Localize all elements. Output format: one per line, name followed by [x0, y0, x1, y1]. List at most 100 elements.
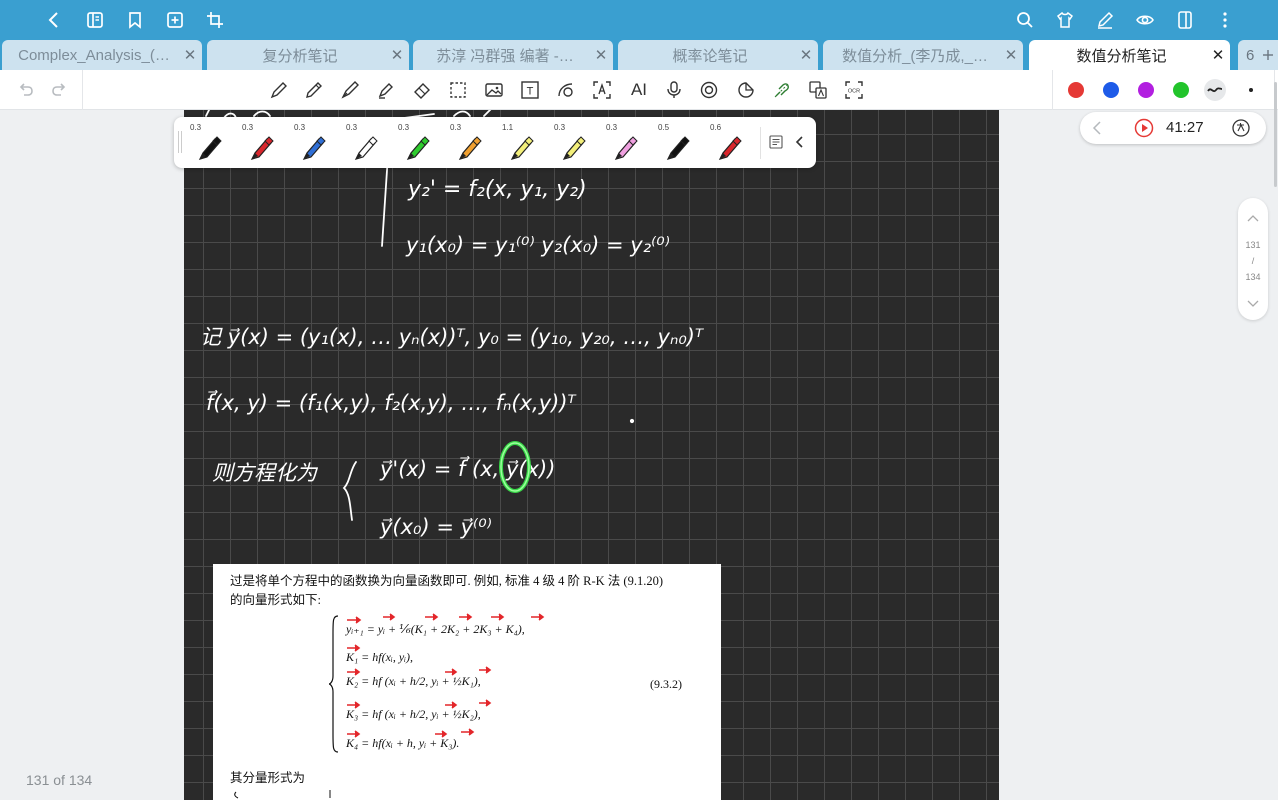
- handwriting-line-a: y₂' = f₂(x, y₁, y₂): [407, 177, 587, 202]
- back-icon[interactable]: [42, 8, 66, 32]
- palette-divider: [760, 127, 761, 159]
- tab-overflow[interactable]: 6: [1238, 40, 1278, 70]
- link-tool-icon[interactable]: [771, 79, 793, 101]
- pen-preset[interactable]: 0.6: [704, 117, 754, 168]
- fountain-pen-tool-icon[interactable]: [339, 79, 361, 101]
- partial-next-line: [234, 790, 331, 799]
- pen-tool-icon[interactable]: [268, 79, 290, 101]
- redo-icon[interactable]: [48, 79, 70, 101]
- page-count-indicator: 131 of 134: [26, 772, 93, 788]
- notes-app: Complex_Analysis_(… ✕ 复分析笔记 ✕ 苏淳 冯群强 编著 …: [0, 0, 1278, 800]
- pen-preset[interactable]: 0.3: [444, 117, 494, 168]
- tab-label: 概率论笔记: [672, 47, 748, 65]
- pen-preset[interactable]: 0.3: [392, 117, 442, 168]
- pen-preset[interactable]: 0.3: [600, 117, 650, 168]
- tab-probability-notes[interactable]: 概率论笔记 ✕: [618, 40, 818, 70]
- pen-preset[interactable]: 0.3: [548, 117, 598, 168]
- toolbar-divider: [1052, 70, 1053, 110]
- bookmark-icon[interactable]: [123, 8, 147, 32]
- top-bar: [0, 0, 1278, 40]
- plus-icon[interactable]: [1262, 49, 1274, 61]
- crop-icon[interactable]: [203, 8, 227, 32]
- tab-numerical-analysis-book[interactable]: 数值分析_(李乃成,_… ✕: [823, 40, 1023, 70]
- audio-record-icon[interactable]: [698, 79, 720, 101]
- handwriting-line-g: y⃗(x₀) = y⃗⁽⁰⁾: [379, 515, 492, 539]
- handwriting-pen-icon[interactable]: [1093, 8, 1117, 32]
- pen-preset[interactable]: 0.3: [288, 117, 338, 168]
- tab-numerical-analysis-notes[interactable]: 数值分析笔记 ✕: [1029, 40, 1230, 70]
- undo-icon[interactable]: [15, 79, 37, 101]
- split-view-icon[interactable]: [1173, 8, 1197, 32]
- pen-icon: [718, 136, 742, 160]
- shape-tool-icon[interactable]: [555, 79, 577, 101]
- handwriting-line-c: 记 y⃗(x) = (y₁(x), … yₙ(x))ᵀ, y₀ = (y₁₀, …: [200, 325, 704, 349]
- tab-label: 苏淳 冯群强 编著 -…: [436, 47, 574, 65]
- page-down-icon[interactable]: [1246, 296, 1260, 310]
- palette-collapse-icon[interactable]: [792, 134, 808, 150]
- pen-preset[interactable]: 0.5: [652, 117, 702, 168]
- text-box-icon[interactable]: T: [519, 79, 541, 101]
- sticker-icon[interactable]: [735, 79, 757, 101]
- notebook-icon[interactable]: [83, 8, 107, 32]
- more-menu-icon[interactable]: [1213, 8, 1237, 32]
- pen-icon: [354, 136, 378, 160]
- color-swatch-purple[interactable]: [1138, 82, 1154, 98]
- pen-preset[interactable]: 0.3: [236, 117, 286, 168]
- tab-close-icon[interactable]: ✕: [178, 46, 202, 64]
- pen-icon: [302, 136, 326, 160]
- pen-size-label: 0.5: [658, 123, 670, 132]
- pen-preset[interactable]: 1.1: [496, 117, 546, 168]
- pen-preset[interactable]: 0.3: [340, 117, 390, 168]
- pen-icon: [562, 136, 586, 160]
- color-swatch-blue[interactable]: [1103, 82, 1119, 98]
- text-tool-glyph: T: [527, 86, 534, 98]
- tab-close-icon[interactable]: ✕: [999, 46, 1023, 64]
- tab-count: 6: [1246, 46, 1255, 64]
- add-page-icon[interactable]: [163, 8, 187, 32]
- chevron-left-icon[interactable]: [1090, 120, 1106, 136]
- preview-eye-icon[interactable]: [1133, 8, 1157, 32]
- play-icon[interactable]: [1134, 118, 1154, 138]
- tab-close-icon[interactable]: ✕: [794, 46, 818, 64]
- image-insert-icon[interactable]: [483, 79, 505, 101]
- palette-drag-handle[interactable]: [178, 131, 182, 153]
- theme-shirt-icon[interactable]: [1053, 8, 1077, 32]
- tab-close-icon[interactable]: ✕: [1206, 46, 1230, 64]
- tab-complex-analysis[interactable]: Complex_Analysis_(… ✕: [2, 40, 202, 70]
- tab-close-icon[interactable]: ✕: [589, 46, 613, 64]
- ai-assistant-button[interactable]: AI: [626, 79, 652, 101]
- eraser-tool-icon[interactable]: [411, 79, 433, 101]
- tab-label: Complex_Analysis_(…: [18, 46, 170, 64]
- color-swatch-green[interactable]: [1173, 82, 1189, 98]
- tab-strip: Complex_Analysis_(… ✕ 复分析笔记 ✕ 苏淳 冯群强 编著 …: [0, 40, 1278, 70]
- tab-close-icon[interactable]: ✕: [385, 46, 409, 64]
- text-recognition-icon[interactable]: [591, 79, 613, 101]
- pen-size-label: 0.3: [606, 123, 618, 132]
- pen-size-label: 1.1: [502, 123, 514, 132]
- pencil-tool-icon[interactable]: [303, 79, 325, 101]
- page-up-icon[interactable]: [1246, 212, 1260, 226]
- tab-complex-notes[interactable]: 复分析笔记 ✕: [207, 40, 409, 70]
- handwriting-line-d: f⃗(x, y) = (f₁(x,y), f₂(x,y), …, fₙ(x,y)…: [206, 390, 577, 415]
- pen-preset[interactable]: 0.3: [184, 117, 234, 168]
- color-swatch-red[interactable]: [1068, 82, 1084, 98]
- vertical-scrollbar[interactable]: [1274, 82, 1277, 187]
- highlighter-tool-icon[interactable]: [375, 79, 397, 101]
- stroke-width-dot-icon[interactable]: [1240, 79, 1262, 101]
- tab-su-chun-book[interactable]: 苏淳 冯群强 编著 -… ✕: [413, 40, 613, 70]
- handwriting-line-b: y₁(x₀) = y₁⁽⁰⁾ y₂(x₀) = y₂⁽⁰⁾: [405, 233, 670, 257]
- translate-badge-icon[interactable]: [1231, 118, 1251, 138]
- translate-icon[interactable]: [807, 79, 829, 101]
- microphone-icon[interactable]: [663, 79, 685, 101]
- pen-palette: 0.3 0.3 0.3 0.3 0.3 0.3 1.1 0.3 0.3 0.5 0.6: [174, 117, 816, 168]
- lasso-select-icon[interactable]: [447, 79, 469, 101]
- pen-icon: [614, 136, 638, 160]
- search-icon[interactable]: [1013, 8, 1037, 32]
- pasted-textbook-excerpt[interactable]: 过是将单个方程中的函数换为向量函数即可. 例如, 标准 4 级 4 阶 R-K …: [213, 564, 721, 800]
- pen-icon: [406, 136, 430, 160]
- palette-settings-icon[interactable]: [768, 134, 784, 150]
- ocr-icon[interactable]: OCR: [843, 79, 865, 101]
- stroke-style-icon[interactable]: [1204, 79, 1226, 101]
- pen-icon: [510, 136, 534, 160]
- pen-size-label: 0.3: [190, 123, 202, 132]
